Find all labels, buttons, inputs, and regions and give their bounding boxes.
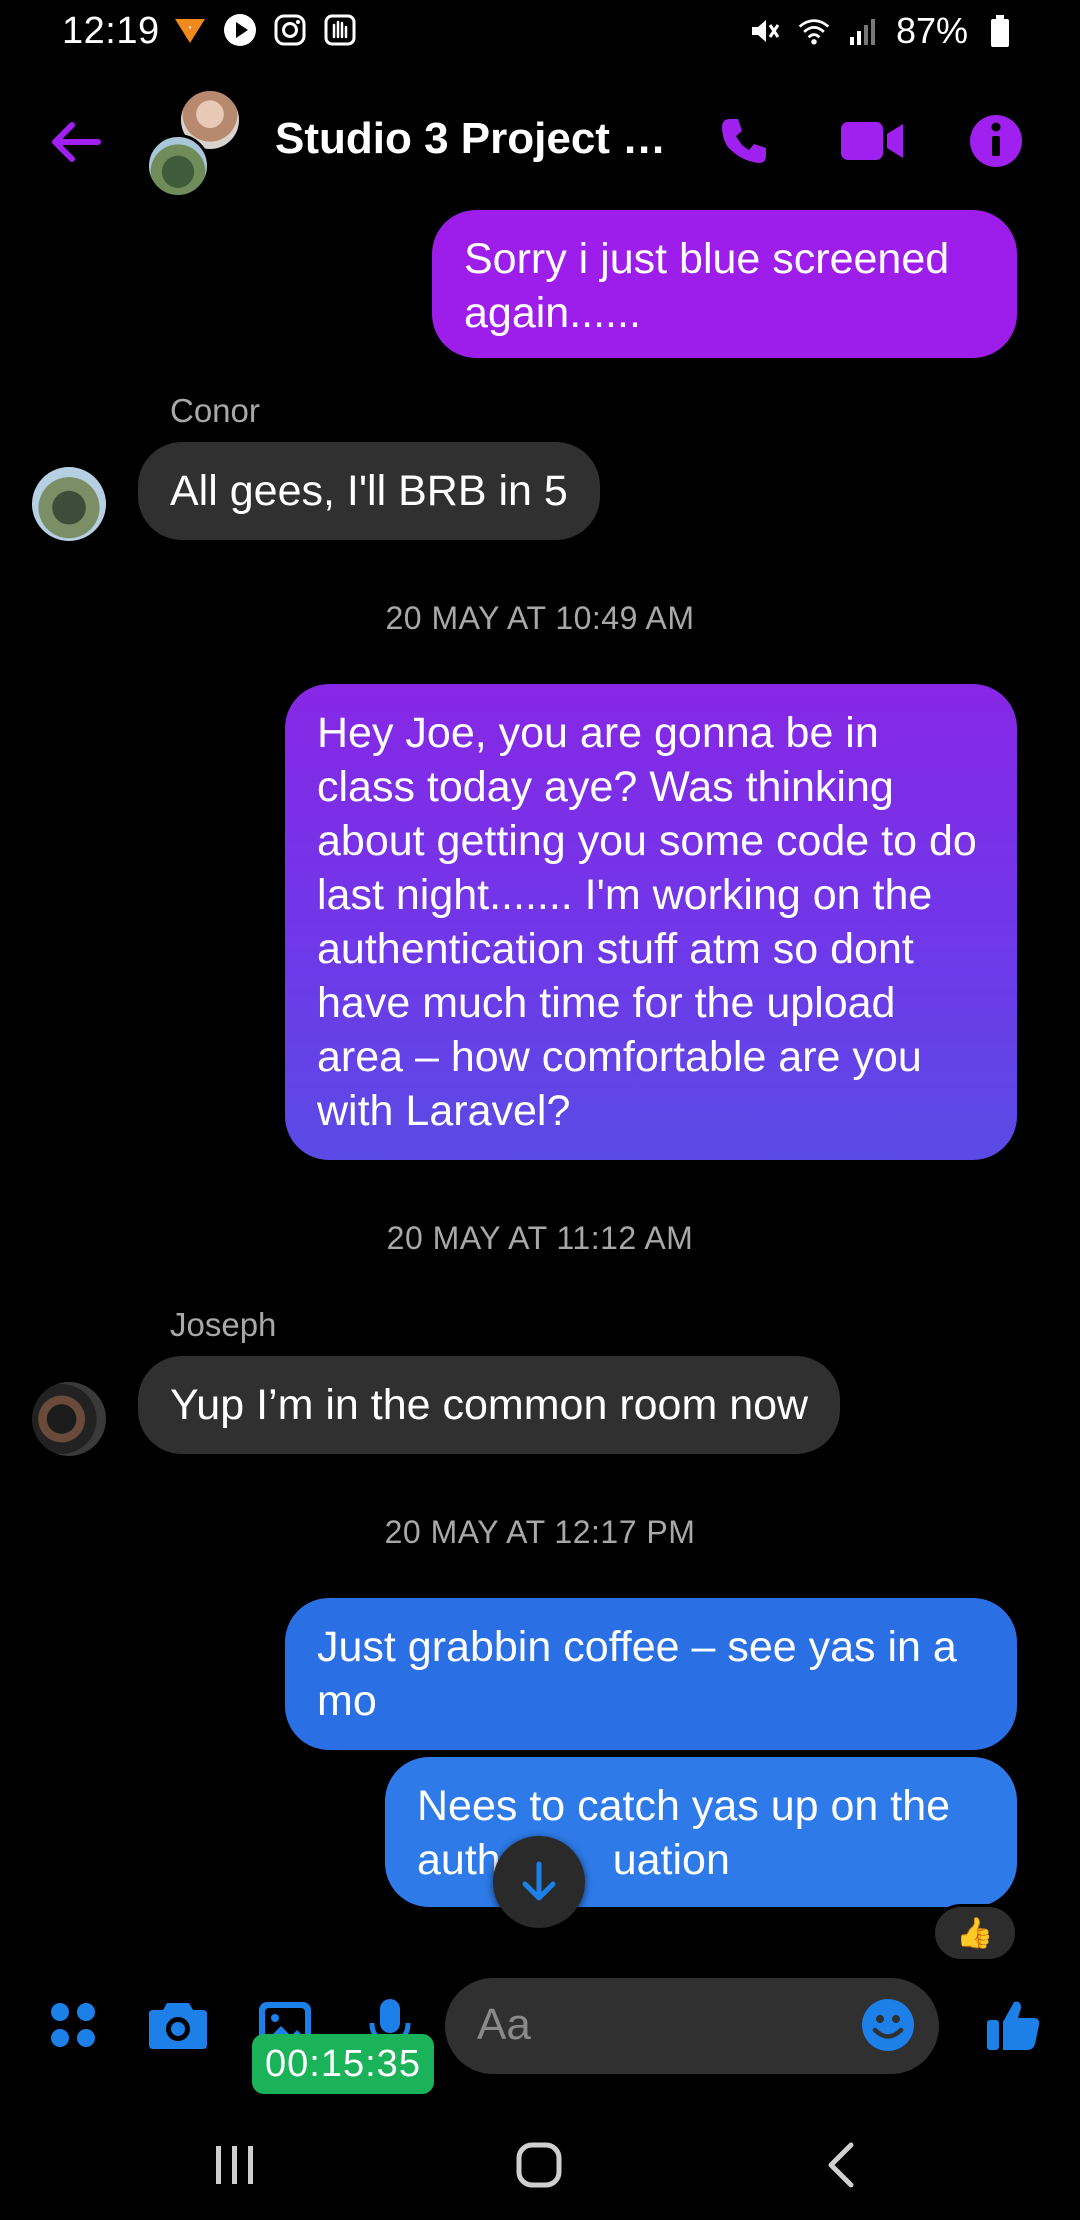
status-time: 12:19	[62, 10, 160, 52]
message-text: All gees, I'll BRB in 5	[170, 467, 568, 515]
system-nav-bar	[0, 2110, 1080, 2220]
message-text: Nees to catch yas up on the	[417, 1782, 951, 1830]
back-arrow-icon	[52, 122, 101, 162]
received-message[interactable]: Yup I’m in the common room now	[138, 1356, 841, 1454]
camera-button[interactable]	[143, 1990, 213, 2060]
play-icon	[222, 12, 258, 48]
mute-icon	[746, 13, 782, 49]
back-icon	[828, 2142, 854, 2188]
apps-button[interactable]	[38, 1990, 108, 2060]
avatar	[146, 134, 210, 198]
arrow-down-icon	[522, 1861, 556, 1901]
timestamp: 20 MAY AT 10:49 AM	[385, 600, 695, 636]
message-text: Yup I’m in the common room now	[170, 1381, 809, 1429]
status-bar: 12:19 • 87%	[0, 0, 1080, 62]
svg-text:•: •	[189, 23, 192, 32]
reaction-badge[interactable]: 👍	[932, 1904, 1018, 1962]
status-notification-icons: •	[172, 12, 358, 48]
info-icon	[970, 115, 1022, 167]
voice-call-button[interactable]	[704, 106, 784, 176]
message-text: Hey Joe, you are gonna be in class today…	[317, 709, 977, 1135]
sent-message[interactable]: Hey Joe, you are gonna be in class today…	[285, 684, 1017, 1160]
group-avatar[interactable]	[146, 88, 246, 198]
scroll-to-bottom-button[interactable]	[493, 1836, 585, 1928]
message-text: Sorry i just blue screened again......	[464, 235, 950, 337]
signal-icon	[846, 13, 882, 49]
recents-button[interactable]	[190, 2130, 280, 2200]
info-button[interactable]	[956, 106, 1036, 176]
message-composer: Aa	[0, 1970, 1080, 2080]
message-text: Just grabbin coffee – see yas in a mo	[317, 1623, 957, 1725]
message-input[interactable]: Aa	[445, 1978, 939, 2074]
thumbs-up-reaction: 👍	[956, 1916, 994, 1950]
phone-icon	[722, 119, 766, 163]
battery-percent: 87%	[895, 10, 968, 51]
sent-message[interactable]: Nees to catch yas up on the auth uation	[385, 1757, 1017, 1907]
home-icon	[516, 2142, 562, 2188]
camera-icon	[149, 2003, 207, 2049]
wifi-icon	[796, 13, 832, 49]
timestamp: 20 MAY AT 12:17 PM	[384, 1514, 696, 1550]
nav-back-button[interactable]	[796, 2130, 886, 2200]
emoji-icon	[862, 1999, 914, 2051]
chat-title[interactable]: Studio 3 Project T...	[275, 114, 675, 164]
sent-message[interactable]: Just grabbin coffee – see yas in a mo	[285, 1598, 1017, 1750]
instagram-icon	[272, 12, 308, 48]
battery-icon	[982, 13, 1018, 49]
hand-icon	[322, 12, 358, 48]
sender-name: Conor	[170, 392, 260, 429]
recording-timer: 00:15:35	[252, 2034, 434, 2094]
avatar[interactable]	[32, 467, 106, 541]
emoji-button[interactable]	[855, 1992, 921, 2058]
message-text-fragment: uation	[612, 1836, 730, 1884]
back-button[interactable]	[40, 112, 110, 172]
sent-message[interactable]: Sorry i just blue screened again......	[432, 210, 1017, 358]
chat-header: Studio 3 Project T...	[0, 70, 1080, 210]
avatar[interactable]	[32, 1382, 106, 1456]
sender-name: Joseph	[170, 1306, 277, 1343]
home-button[interactable]	[494, 2130, 584, 2200]
video-call-button[interactable]	[832, 106, 912, 176]
apps-icon	[51, 2003, 95, 2047]
message-text-fragment: auth	[417, 1836, 501, 1884]
like-button[interactable]	[978, 1990, 1048, 2060]
recents-icon	[216, 2146, 253, 2184]
thumbs-up-icon	[987, 2001, 1040, 2050]
received-message[interactable]: All gees, I'll BRB in 5	[138, 442, 600, 540]
video-icon	[841, 122, 903, 160]
input-placeholder: Aa	[477, 2000, 531, 2049]
app-notification-icon: •	[172, 12, 208, 48]
timestamp: 20 MAY AT 11:12 AM	[386, 1220, 694, 1256]
status-system-icons: 87%	[746, 10, 1018, 52]
